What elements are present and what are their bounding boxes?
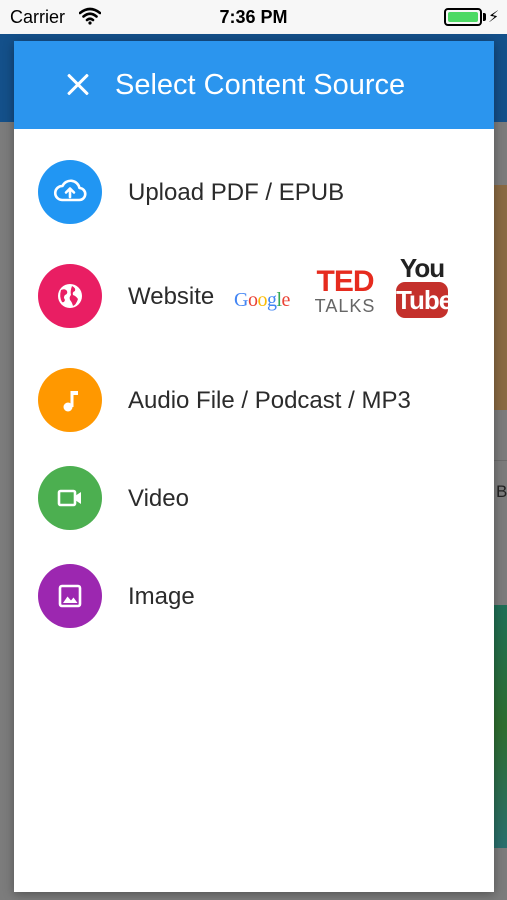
google-logo: Google: [234, 289, 290, 312]
background-divider: [494, 460, 507, 461]
google-logo-letter: o: [257, 289, 267, 311]
option-label: Upload PDF / EPUB: [128, 179, 345, 206]
google-logo-letter: e: [281, 289, 291, 311]
option-label: Image: [128, 583, 195, 610]
option-image[interactable]: Image: [38, 561, 478, 633]
clock: 7:36 PM: [219, 7, 288, 27]
youtube-you-text: You: [399, 253, 445, 283]
charging-bolt-icon: ⚡: [488, 9, 500, 26]
dialog-header: Select Content Source: [14, 41, 494, 129]
cloud-upload-icon: [38, 160, 102, 224]
dialog-title: Select Content Source: [115, 69, 406, 101]
option-audio-podcast-mp3[interactable]: Audio File / Podcast / MP3: [38, 365, 478, 437]
video-camera-icon: [38, 466, 102, 530]
google-logo-letter: G: [234, 289, 248, 311]
option-upload-pdf-epub[interactable]: Upload PDF / EPUB: [38, 157, 478, 229]
talks-logo-text: TALKS: [314, 296, 376, 316]
youtube-tube-text: Tube: [396, 282, 453, 318]
option-video[interactable]: Video: [38, 463, 478, 535]
battery-icon: [444, 8, 482, 26]
option-label: Website: [128, 283, 215, 310]
close-icon[interactable]: [58, 65, 98, 105]
content-source-dialog: Select Content Source Upload PDF / EPUB …: [14, 41, 494, 892]
option-website[interactable]: Website Google TED TALKS You Tube: [38, 254, 478, 333]
status-bar: Carrier 7:36 PM ⚡: [0, 0, 507, 34]
music-note-icon: [38, 368, 102, 432]
background-thumbnail: [494, 185, 507, 410]
background-thumbnail: [494, 605, 507, 848]
option-label: Audio File / Podcast / MP3: [128, 387, 411, 414]
option-label: Video: [128, 485, 189, 512]
youtube-logo: You Tube: [396, 253, 453, 318]
ted-logo-text: TED: [316, 265, 375, 298]
image-icon: [38, 564, 102, 628]
ted-talks-logo: TED TALKS: [310, 265, 380, 316]
battery-tip: [483, 13, 486, 21]
background-partial-text: B: [496, 482, 507, 501]
globe-icon: [38, 264, 102, 328]
battery-level: [448, 12, 478, 22]
